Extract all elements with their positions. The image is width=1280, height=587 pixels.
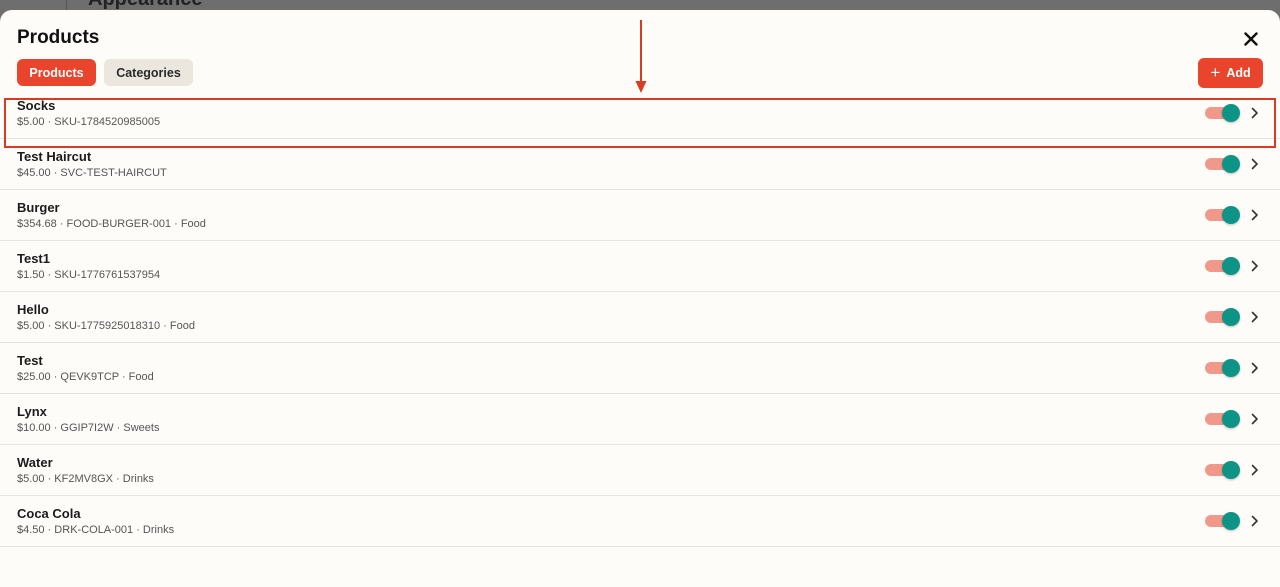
product-details: $4.50 · DRK-COLA-001 · Drinks [17, 524, 175, 536]
toggle-knob [1222, 461, 1240, 479]
product-enabled-toggle[interactable] [1205, 308, 1241, 326]
product-details: $5.00 · KF2MV8GX · Drinks [17, 473, 154, 485]
tab-categories[interactable]: Categories [104, 59, 193, 86]
product-name: Lynx [17, 404, 47, 419]
list-item[interactable]: Socks $5.00 · SKU-1784520985005 [0, 88, 1280, 139]
product-list: Socks $5.00 · SKU-1784520985005 Test Hairc… [0, 88, 1280, 547]
list-item[interactable]: Lynx $10.00 · GGIP7I2W · Sweets [0, 394, 1280, 445]
product-enabled-toggle[interactable] [1205, 155, 1241, 173]
close-button[interactable] [1240, 28, 1262, 50]
product-name: Coca Cola [17, 506, 81, 521]
toggle-knob [1222, 512, 1240, 530]
list-item[interactable]: Test $25.00 · QEVK9TCP · Food [0, 343, 1280, 394]
chevron-right-icon[interactable] [1251, 515, 1259, 527]
toggle-knob [1222, 359, 1240, 377]
product-details: $5.00 · SKU-1784520985005 [17, 116, 161, 128]
product-details: $45.00 · SVC-TEST-HAIRCUT [17, 167, 167, 179]
chevron-right-icon[interactable] [1251, 413, 1259, 425]
backdrop-divider [66, 0, 67, 10]
chevron-right-icon[interactable] [1251, 311, 1259, 323]
toggle-knob [1222, 104, 1240, 122]
toggle-knob [1222, 206, 1240, 224]
modal-title: Products [17, 27, 100, 48]
product-name: Hello [17, 302, 49, 317]
chevron-right-icon[interactable] [1251, 158, 1259, 170]
chevron-right-icon[interactable] [1251, 362, 1259, 374]
product-name: Water [17, 455, 53, 470]
add-button-label: Add [1226, 66, 1251, 80]
toggle-knob [1222, 308, 1240, 326]
toggle-knob [1222, 257, 1240, 275]
toggle-knob [1222, 155, 1240, 173]
product-details: $354.68 · FOOD-BURGER-001 · Food [17, 218, 206, 230]
product-name: Socks [17, 98, 56, 113]
product-details: $25.00 · QEVK9TCP · Food [17, 371, 154, 383]
product-enabled-toggle[interactable] [1205, 410, 1241, 428]
product-enabled-toggle[interactable] [1205, 206, 1241, 224]
list-item[interactable]: Test1 $1.50 · SKU-1776761537954 [0, 241, 1280, 292]
chevron-right-icon[interactable] [1251, 209, 1259, 221]
list-item[interactable]: Coca Cola $4.50 · DRK-COLA-001 · Drinks [0, 496, 1280, 547]
close-icon [1244, 32, 1258, 46]
product-enabled-toggle[interactable] [1205, 104, 1241, 122]
product-details: $5.00 · SKU-1775925018310 · Food [17, 320, 195, 332]
plus-icon: + [1210, 62, 1221, 82]
product-details: $1.50 · SKU-1776761537954 [17, 269, 161, 281]
product-name: Burger [17, 200, 60, 215]
annotation-arrow-icon [635, 20, 647, 93]
list-item[interactable]: Burger $354.68 · FOOD-BURGER-001 · Food [0, 190, 1280, 241]
product-enabled-toggle[interactable] [1205, 359, 1241, 377]
product-name: Test1 [17, 251, 50, 266]
chevron-right-icon[interactable] [1251, 464, 1259, 476]
product-enabled-toggle[interactable] [1205, 461, 1241, 479]
list-item[interactable]: Water $5.00 · KF2MV8GX · Drinks [0, 445, 1280, 496]
product-enabled-toggle[interactable] [1205, 257, 1241, 275]
toggle-knob [1222, 410, 1240, 428]
product-name: Test Haircut [17, 149, 92, 164]
tab-products[interactable]: Products [17, 59, 96, 86]
add-button[interactable]: + Add [1198, 58, 1263, 88]
list-item[interactable]: Hello $5.00 · SKU-1775925018310 · Food [0, 292, 1280, 343]
list-item[interactable]: Test Haircut $45.00 · SVC-TEST-HAIRCUT [0, 139, 1280, 190]
chevron-right-icon[interactable] [1251, 260, 1259, 272]
product-details: $10.00 · GGIP7I2W · Sweets [17, 422, 160, 434]
chevron-right-icon[interactable] [1251, 107, 1259, 119]
product-enabled-toggle[interactable] [1205, 512, 1241, 530]
product-name: Test [17, 353, 43, 368]
